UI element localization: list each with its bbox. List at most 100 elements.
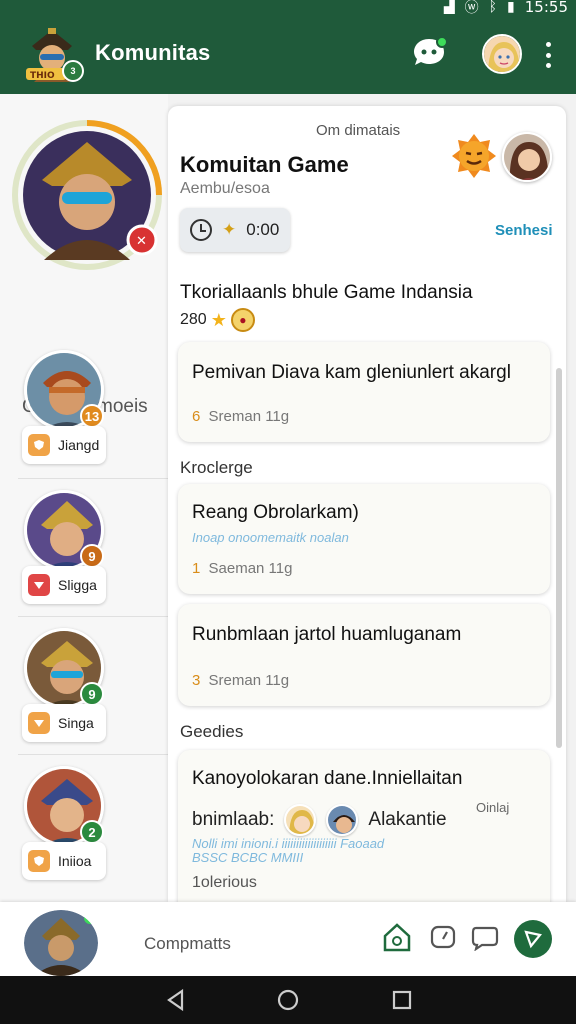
sidebar-item-2[interactable]: 9 Sligga — [20, 490, 108, 606]
send-icon — [524, 930, 542, 949]
svg-text:THIO: THIO — [30, 71, 55, 81]
post-preview: Nolli imi inioni.i iiiiiiiiiiiiiiiiiii F… — [192, 836, 385, 851]
post-participants: bnimlaab: Alakantie — [192, 804, 447, 836]
side-chip[interactable]: Iniioa — [22, 842, 106, 880]
divider — [18, 754, 168, 755]
participants-name: Alakantie — [368, 809, 447, 830]
post-card[interactable]: Kanoyolokaran dane.Inniellaitan bnimlaab… — [178, 750, 550, 902]
timer-button[interactable]: ✦ 0:00 — [180, 208, 290, 252]
app-logo[interactable]: THIO 3 — [22, 24, 84, 84]
side-badge: 9 — [80, 544, 104, 568]
side-chip[interactable]: Singa — [22, 704, 106, 742]
post-meta-text: Saeman 11g — [208, 560, 293, 577]
post-title: Pemivan Diava kam gleniunlert akargl — [192, 362, 511, 383]
bottom-avatar[interactable] — [24, 910, 98, 976]
back-triangle-icon — [167, 988, 184, 1012]
down-arrow-icon — [28, 712, 50, 734]
medal-icon: ● — [230, 308, 255, 332]
rating-row: 280 ★ ● — [180, 308, 255, 332]
stats-button[interactable] — [426, 920, 460, 954]
side-chip[interactable]: Jiangd — [22, 426, 106, 464]
divider — [18, 616, 168, 617]
panel-top-label: Om dimatais — [316, 122, 401, 139]
mini-avatar[interactable] — [326, 804, 359, 836]
timer-value: 0:00 — [246, 220, 280, 239]
app-title: Komunitas — [95, 40, 211, 65]
avatar-girl-icon — [286, 806, 315, 834]
side-chip-label: Iniioa — [58, 853, 92, 869]
side-badge: 9 — [80, 682, 104, 706]
avatar-girl-icon — [484, 36, 520, 72]
panel-title: Komuitan Game — [180, 152, 349, 177]
side-chip-label: Sligga — [58, 577, 97, 593]
category-label: Geedies — [180, 722, 244, 741]
community-panel: Om dimatais Komuitan Game Aembu/esoa ✦ 0… — [168, 106, 566, 902]
sidebar-item-3[interactable]: 9 Singa — [20, 628, 108, 744]
profile-avatar[interactable]: ✕ — [12, 120, 162, 270]
avatar-woman-icon — [504, 134, 550, 180]
more-options-button[interactable] — [538, 42, 558, 68]
shield-icon — [28, 850, 50, 872]
online-indicator — [84, 912, 96, 924]
post-preview: BSSC BCBC MMIII — [192, 850, 304, 865]
recents-button[interactable] — [390, 988, 414, 1012]
hero-portrait-icon: ✕ — [12, 120, 162, 270]
member-avatar[interactable] — [502, 132, 552, 182]
post-meta-number: 6 — [192, 408, 201, 425]
post-meta: 3 Sreman 11g — [192, 672, 289, 689]
down-arrow-icon — [28, 574, 50, 596]
chat-icon — [471, 926, 499, 951]
scrollbar[interactable] — [556, 368, 562, 748]
home-icon — [383, 923, 411, 952]
post-meta-number: 1 — [192, 560, 201, 577]
senhesi-link[interactable]: Senhesi — [495, 222, 553, 239]
clock-icon — [190, 219, 212, 241]
post-meta-number: 3 — [192, 672, 201, 689]
notification-dot — [436, 36, 448, 48]
post-title: Runbmlaan jartol huamluganam — [192, 624, 462, 645]
android-nav-bar — [0, 976, 576, 1024]
post-meta-text: Sreman 11g — [208, 408, 290, 425]
avatar-boy-icon — [328, 806, 357, 834]
side-badge: 2 — [80, 820, 104, 844]
post-meta: 1 Saeman 11g — [192, 560, 292, 577]
bluetooth-icon: ᛒ — [488, 0, 498, 15]
post-meta: 6 Sreman 11g — [192, 408, 289, 425]
chat-button[interactable] — [412, 36, 448, 70]
back-button[interactable] — [164, 988, 188, 1012]
emoji-avatar[interactable] — [450, 132, 498, 180]
home-button[interactable] — [380, 920, 414, 954]
panel-subtitle: Aembu/esoa — [180, 180, 270, 197]
more-dot-icon — [545, 42, 551, 47]
logo-badge: 3 — [62, 60, 84, 82]
more-dot-icon — [545, 63, 551, 68]
fire-face-icon — [452, 134, 496, 178]
home-nav-button[interactable] — [276, 988, 300, 1012]
more-dot-icon — [545, 52, 551, 58]
post-card[interactable]: Pemivan Diava kam gleniunlert akargl 6 S… — [178, 342, 550, 442]
messages-button[interactable] — [468, 920, 502, 954]
side-chip[interactable]: Sligga — [22, 566, 106, 604]
bottom-label: Compmatts — [144, 934, 231, 953]
post-title: Kanoyolokaran dane.Inniellaitan — [192, 768, 463, 789]
compose-button[interactable] — [514, 920, 552, 958]
participants-label: bnimlaab: — [192, 809, 275, 830]
square-recents-icon — [392, 990, 412, 1010]
post-meta-text: Sreman 11g — [208, 672, 290, 689]
coin-icon: ✦ — [222, 220, 237, 239]
post-footer: 1olerious — [192, 874, 257, 891]
sidebar-item-4[interactable]: 2 Iniioa — [20, 766, 108, 882]
category-label: Kroclerge — [180, 458, 253, 477]
side-chip-label: Jiangd — [58, 437, 100, 453]
signal-icon: ▟ — [443, 0, 455, 15]
user-avatar[interactable] — [482, 34, 522, 74]
post-card[interactable]: Reang Obrolarkam) Inoap onoomemaitk noal… — [178, 484, 550, 594]
mini-avatar[interactable] — [284, 804, 317, 836]
rating-value: 280 — [180, 311, 207, 328]
post-title: Reang Obrolarkam) — [192, 502, 359, 523]
star-icon: ★ — [210, 309, 227, 330]
post-card[interactable]: Runbmlaan jartol huamluganam 3 Sreman 11… — [178, 604, 550, 706]
sidebar-item-1[interactable]: 13 Jiangd — [20, 350, 108, 466]
battery-icon: ▮ — [507, 0, 515, 15]
divider — [18, 478, 168, 479]
